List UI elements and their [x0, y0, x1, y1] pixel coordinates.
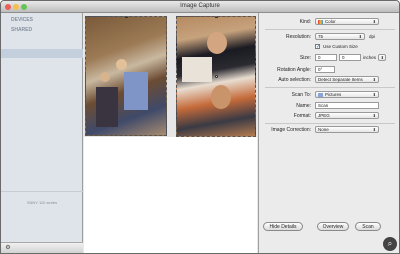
- size-label: Size:: [299, 55, 311, 61]
- divider: [265, 87, 395, 88]
- sidebar-selected-device[interactable]: [1, 49, 83, 58]
- shared-header: SHARED: [11, 27, 33, 33]
- resolution-select[interactable]: 75 ⬍: [315, 33, 365, 40]
- size-unit-select[interactable]: ⬍: [378, 54, 386, 61]
- scan-to-select[interactable]: Pictures ⬍: [315, 91, 379, 98]
- format-select[interactable]: JPEG ⬍: [315, 112, 379, 119]
- resolution-label: Resolution:: [285, 34, 311, 40]
- detected-photo-1[interactable]: [85, 16, 167, 136]
- sidebar: DEVICES SHARED SNNY 110 series ⚙: [1, 13, 83, 253]
- scan-button[interactable]: Scan: [355, 222, 381, 231]
- overview-button[interactable]: Overview: [317, 222, 349, 231]
- kind-select[interactable]: Color ⬍: [315, 18, 379, 25]
- auto-selection-label: Auto selection:: [278, 77, 311, 83]
- chevron-down-icon: ⬍: [372, 77, 376, 82]
- devices-header: DEVICES: [11, 17, 33, 23]
- custom-size-label: Use Custom Size: [323, 44, 358, 49]
- window-title: Image Capture: [180, 3, 220, 9]
- divider: [265, 29, 395, 30]
- scan-settings-panel: Kind: Color ⬍ Resolution: 75 ⬍ dpi ✓ Use C…: [258, 13, 399, 253]
- chevron-down-icon: ⬍: [372, 92, 376, 97]
- gear-icon[interactable]: ⚙: [4, 245, 12, 252]
- rotate-handle[interactable]: [215, 75, 218, 78]
- chevron-down-icon: ⬍: [372, 19, 376, 24]
- resolution-unit: dpi: [369, 34, 376, 39]
- hide-details-button[interactable]: Hide Details: [263, 222, 303, 231]
- sidebar-divider: [1, 191, 83, 192]
- name-field[interactable]: Scan: [315, 102, 379, 109]
- auto-selection-select[interactable]: Detect Separate Items ⬍: [315, 76, 379, 83]
- scan-to-label: Scan To:: [291, 92, 311, 98]
- title-bar: Image Capture: [1, 1, 399, 13]
- size-unit: inches: [363, 55, 377, 60]
- image-capture-window: Image Capture DEVICES SHARED SNNY 110 se…: [0, 0, 400, 254]
- image-correction-label: Image Correction:: [271, 127, 311, 133]
- device-name[interactable]: SNNY 110 series: [1, 200, 83, 205]
- divider: [265, 123, 395, 124]
- sidebar-footer: ⚙: [1, 242, 83, 253]
- kind-label: Kind:: [299, 19, 311, 25]
- chevron-down-icon: ⬍: [372, 113, 376, 118]
- crop-handle[interactable]: [125, 17, 128, 18]
- chevron-down-icon: ⬍: [380, 55, 384, 60]
- scan-preview-area[interactable]: [84, 13, 257, 253]
- rotation-label: Rotation Angle:: [277, 67, 311, 73]
- custom-size-checkbox[interactable]: ✓: [315, 44, 320, 50]
- size-height-field[interactable]: 0: [339, 54, 361, 61]
- size-width-field[interactable]: 0: [315, 54, 337, 61]
- rotation-field[interactable]: 0°: [315, 66, 335, 73]
- crop-handle[interactable]: [215, 17, 218, 18]
- format-label: Format:: [293, 113, 311, 119]
- chevron-down-icon: ⬍: [372, 127, 376, 132]
- chevron-down-icon: ⬍: [358, 34, 362, 39]
- detected-photo-2[interactable]: [176, 16, 256, 137]
- scanned-region: [84, 13, 257, 137]
- magnifier-icon: ⌕: [383, 237, 397, 251]
- image-correction-select[interactable]: None ⬍: [315, 126, 379, 133]
- name-label: Name:: [296, 103, 311, 109]
- folder-icon: [318, 92, 323, 97]
